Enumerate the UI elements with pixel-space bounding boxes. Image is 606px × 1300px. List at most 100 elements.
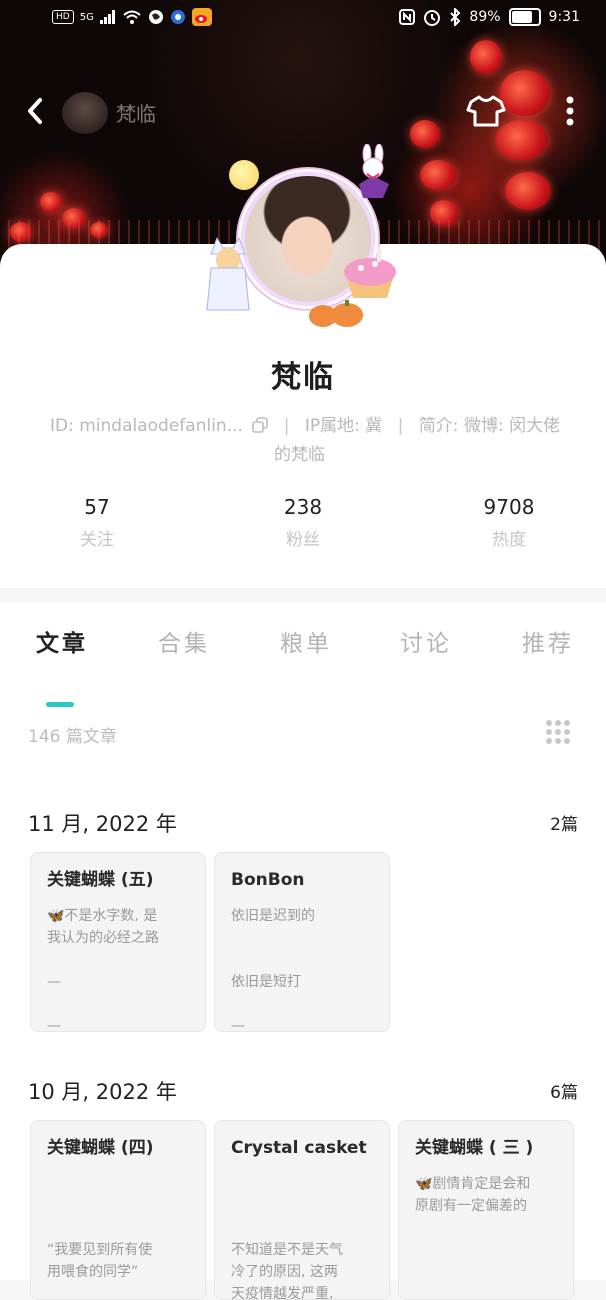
stat-label: 关注	[80, 530, 114, 550]
tab-bar: 文章 合集 粮单 讨论 推荐	[0, 624, 606, 707]
lantern-decoration	[470, 40, 502, 74]
lantern-decoration	[420, 160, 456, 190]
article-excerpt-line: 不知道是不是天气	[231, 1242, 343, 1258]
stat-popularity[interactable]: 9708 热度	[449, 492, 569, 558]
rabbit-decoration	[359, 144, 389, 198]
article-card[interactable]: 关键蝴蝶 ( 三 ) 🦋剧情肯定是会和 原剧有一定偏差的	[398, 1120, 574, 1300]
tab-discussion[interactable]: 讨论	[400, 624, 452, 658]
active-tab-indicator	[46, 702, 74, 707]
ip-location: IP属地: 冀	[304, 416, 383, 436]
article-excerpt-line: 依旧是短打	[231, 974, 301, 990]
article-excerpt-line: 🦋不是水字数, 是	[47, 908, 158, 924]
article-card[interactable]: 关键蝴蝶 (五) 🦋不是水字数, 是 我认为的必经之路 — —	[30, 852, 206, 1032]
weibo-icon	[191, 8, 212, 26]
article-excerpt-line	[231, 949, 373, 971]
status-bar: HD 5G 89% 9:31	[0, 0, 606, 40]
network-5g-label: 5G	[79, 11, 94, 23]
article-excerpt-line	[231, 927, 373, 949]
stat-label: 粉丝	[286, 530, 320, 550]
pumpkin-decoration	[309, 300, 363, 327]
more-icon[interactable]	[556, 92, 584, 130]
article-excerpt-line: 我认为的必经之路	[47, 930, 159, 946]
lantern-decoration	[505, 172, 551, 210]
shirt-icon[interactable]	[466, 94, 506, 128]
article-excerpt-line	[47, 1217, 189, 1239]
article-title: 关键蝴蝶 (五)	[47, 870, 154, 890]
cat-decoration	[206, 236, 250, 311]
grid-view-icon[interactable]	[544, 718, 572, 746]
article-excerpt-line	[231, 1195, 373, 1217]
month-header: 11 月, 2022 年 2篇	[28, 808, 578, 838]
article-title: Crystal casket	[231, 1138, 367, 1158]
battery-percent: 89%	[469, 9, 501, 25]
content-area: 文章 合集 粮单 讨论 推荐 146 篇文章 11 月, 2022 年 2篇 关…	[0, 602, 606, 1300]
back-icon[interactable]	[20, 94, 50, 128]
article-excerpt-line: —	[231, 1018, 245, 1032]
article-excerpt-line: 依旧是迟到的	[231, 908, 315, 924]
avatar-frame[interactable]	[203, 144, 403, 330]
tab-articles[interactable]: 文章	[36, 624, 88, 658]
article-title: 关键蝴蝶 ( 三 )	[415, 1138, 534, 1158]
clock: 9:31	[548, 9, 580, 25]
article-title: 关键蝴蝶 (四)	[47, 1138, 154, 1158]
lantern-decoration	[40, 192, 62, 212]
username: 梵临	[271, 360, 335, 395]
signal-icon	[99, 10, 115, 24]
mini-username: 梵临	[116, 102, 156, 126]
tab-collections[interactable]: 合集	[158, 624, 210, 658]
stat-following[interactable]: 57 关注	[37, 492, 157, 558]
article-excerpt-line	[47, 1195, 189, 1217]
month-article-count: 6篇	[550, 1083, 578, 1103]
divider: |	[283, 416, 290, 436]
article-excerpt-line: 原剧有一定偏差的	[415, 1198, 527, 1214]
month-article-count: 2篇	[550, 815, 578, 835]
stat-followers[interactable]: 238 粉丝	[243, 492, 363, 558]
wifi-icon	[123, 10, 141, 24]
hd-badge: HD	[52, 10, 74, 24]
article-card[interactable]: Crystal casket 不知道是不是天气 冷了的原因, 这两 天疫情越发严…	[214, 1120, 390, 1300]
article-excerpt-line: —	[47, 1018, 61, 1032]
intro-text: 简介: 微博: 闵大佬	[418, 416, 561, 436]
article-excerpt-line	[231, 1173, 373, 1195]
article-card[interactable]: BonBon 依旧是迟到的 依旧是短打 —	[214, 852, 390, 1032]
month-title: 11 月, 2022 年	[28, 812, 177, 836]
article-excerpt-line: “我要见到所有使	[47, 1242, 153, 1258]
intro-text-continued: 的梵临	[274, 445, 325, 465]
article-card[interactable]: 关键蝴蝶 (四) “我要见到所有使 用喂食的同学”	[30, 1120, 206, 1300]
month-title: 10 月, 2022 年	[28, 1080, 177, 1104]
copy-icon[interactable]	[252, 417, 269, 433]
nfc-icon	[399, 9, 416, 25]
stat-value: 9708	[483, 495, 535, 519]
article-excerpt-line	[231, 993, 373, 1015]
mini-avatar	[62, 92, 108, 134]
status-left: HD 5G	[52, 8, 212, 26]
article-excerpt-line: —	[47, 974, 61, 990]
article-excerpt-line	[47, 1173, 189, 1195]
divider: |	[397, 416, 404, 436]
article-excerpt-line	[47, 993, 189, 1015]
tab-food-list[interactable]: 粮单	[280, 624, 332, 658]
top-nav: 梵临	[0, 86, 606, 136]
stat-label: 热度	[492, 530, 526, 550]
article-title: BonBon	[231, 870, 305, 890]
globe-app-icon	[148, 10, 163, 24]
user-id: ID: mindalaodefanlin...	[50, 416, 243, 436]
article-count: 146 篇文章	[28, 727, 117, 747]
battery-icon	[508, 8, 541, 26]
app-notification-icon	[170, 10, 185, 24]
stat-value: 238	[283, 495, 323, 519]
moon-decoration	[229, 160, 259, 190]
stat-value: 57	[84, 495, 110, 519]
article-excerpt-line	[231, 1217, 373, 1239]
profile-info: ID: mindalaodefanlin... | IP属地: 冀 | 简介: …	[50, 412, 570, 470]
stats-row: 57 关注 238 粉丝 9708 热度	[0, 492, 606, 562]
cake-decoration	[344, 246, 396, 298]
month-header: 10 月, 2022 年 6篇	[28, 1076, 578, 1106]
article-excerpt-line: 🦋剧情肯定是会和	[415, 1176, 531, 1192]
status-right: 89% 9:31	[399, 8, 580, 26]
tab-recommend[interactable]: 推荐	[522, 624, 574, 658]
article-excerpt-line: 天疫情越发严重,	[231, 1286, 334, 1300]
bluetooth-icon	[450, 8, 461, 26]
alarm-icon	[424, 10, 441, 26]
article-excerpt-line	[47, 949, 189, 971]
